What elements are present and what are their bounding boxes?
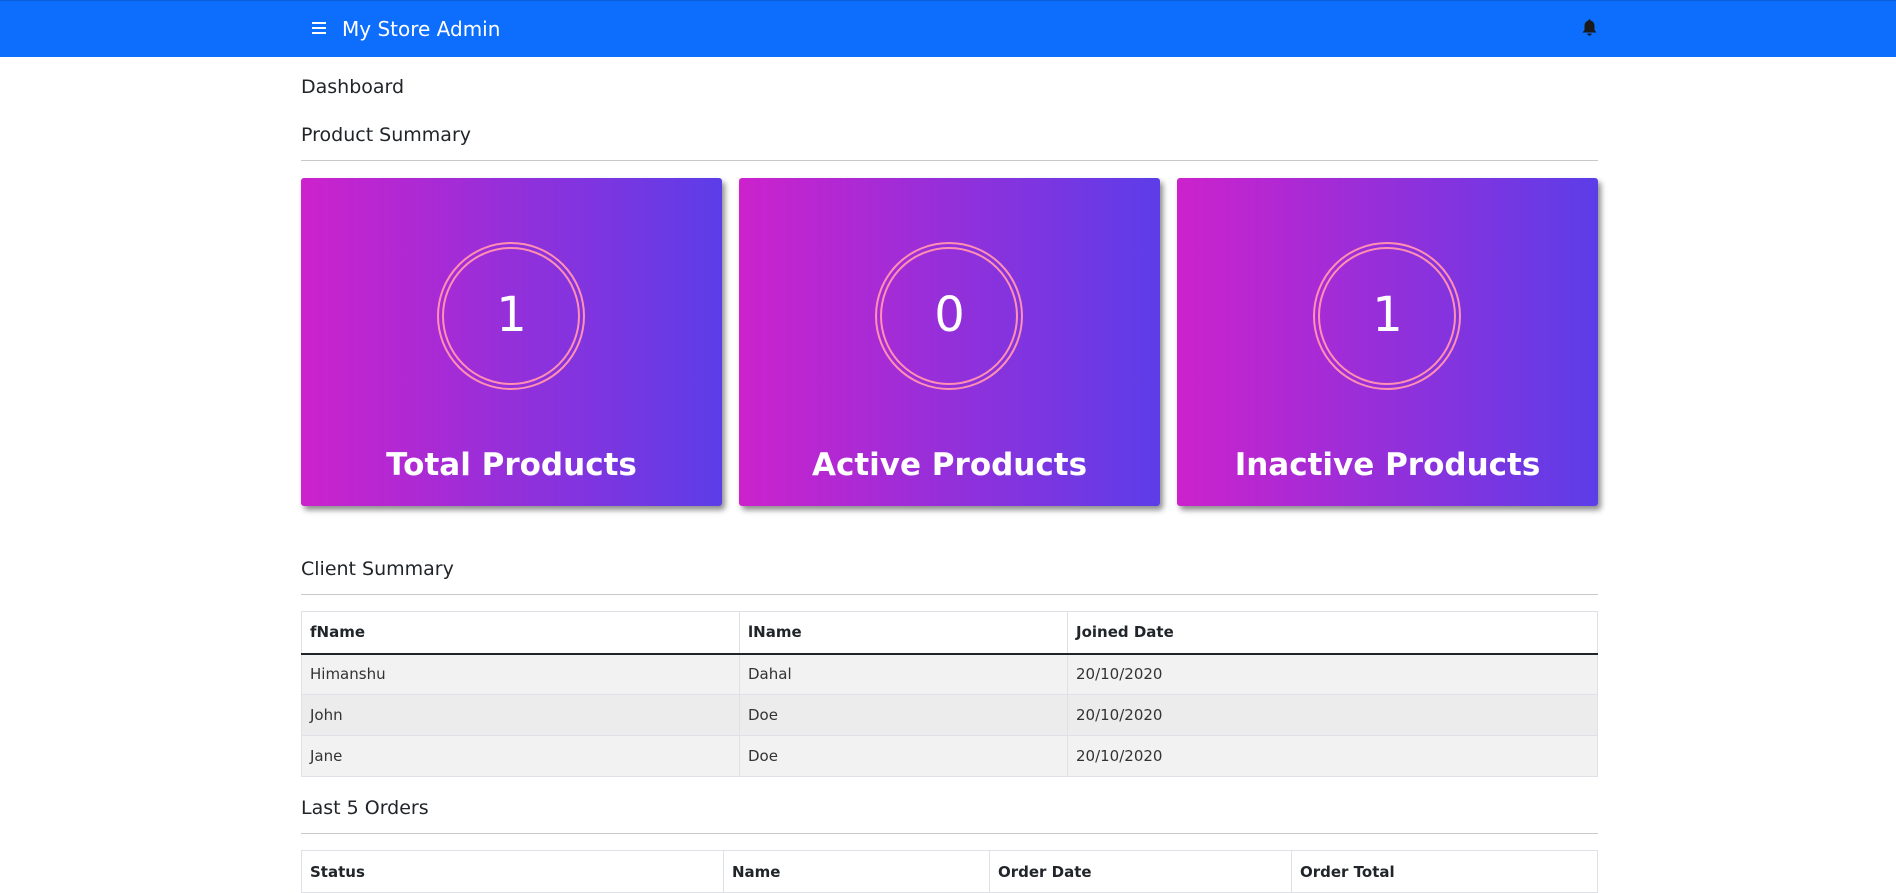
inactive-products-label: Inactive Products [1234,447,1541,483]
joined-date-cell: 20/10/2020 [1067,694,1598,736]
column-header-joined-date[interactable]: Joined Date [1067,611,1598,655]
column-header-status[interactable]: Status [301,850,724,893]
total-products-count: 1 [496,287,527,343]
bell-icon[interactable] [1581,19,1598,37]
top-navbar: My Store Admin [0,0,1896,57]
section-divider [301,160,1598,161]
table-row: Himanshu Dahal 20/10/2020 [301,653,1598,695]
column-header-fname[interactable]: fName [301,611,740,655]
fname-cell: John [301,694,740,736]
column-header-name[interactable]: Name [723,850,990,893]
page-title: Dashboard [301,76,405,98]
active-products-count: 0 [934,287,965,343]
table-row: Jane Doe 20/10/2020 [301,735,1598,777]
last-orders-title: Last 5 Orders [301,797,429,819]
lname-cell: Dahal [739,653,1068,695]
inactive-products-card[interactable]: 1 Inactive Products [1177,178,1598,506]
client-summary-title: Client Summary [301,558,454,580]
total-products-card[interactable]: 1 Total Products [301,178,722,506]
column-header-order-total[interactable]: Order Total [1291,850,1598,893]
hamburger-menu-icon[interactable] [312,20,330,36]
fname-cell: Jane [301,735,740,777]
table-row: John Doe 20/10/2020 [301,694,1598,736]
section-divider [301,594,1598,595]
inactive-products-count: 1 [1372,287,1403,343]
client-summary-table: fName lName Joined Date Himanshu Dahal 2… [301,611,1598,777]
joined-date-cell: 20/10/2020 [1067,653,1598,695]
active-products-label: Active Products [811,447,1088,483]
product-summary-title: Product Summary [301,124,471,146]
lname-cell: Doe [739,735,1068,777]
app-title[interactable]: My Store Admin [342,17,500,41]
joined-date-cell: 20/10/2020 [1067,735,1598,777]
lname-cell: Doe [739,694,1068,736]
column-header-lname[interactable]: lName [739,611,1068,655]
total-products-label: Total Products [386,447,637,483]
active-products-card[interactable]: 0 Active Products [739,178,1160,506]
fname-cell: Himanshu [301,653,740,695]
column-header-order-date[interactable]: Order Date [989,850,1292,893]
section-divider [301,833,1598,834]
